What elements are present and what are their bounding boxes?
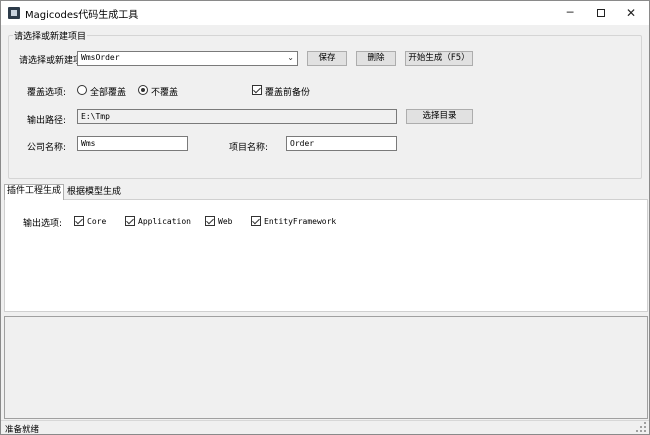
maximize-button[interactable] (585, 1, 617, 25)
option-core-label: Core (87, 217, 107, 226)
option-entityframework-checkbox[interactable] (251, 216, 261, 226)
backup-before-overwrite-checkbox[interactable] (252, 85, 262, 95)
tab-model-generate[interactable]: 根据模型生成 (65, 186, 123, 200)
overwrite-all-label: 全部覆盖 (90, 88, 127, 98)
chevron-down-icon: ⌄ (287, 53, 294, 62)
option-entityframework-label: EntityFramework (264, 217, 337, 226)
overwrite-all-radio[interactable] (77, 85, 87, 95)
company-name-label: 公司名称: (27, 143, 67, 153)
project-name-field[interactable]: Order (286, 136, 397, 151)
company-name-field[interactable]: Wms (77, 136, 188, 151)
minimize-button[interactable]: ─ (554, 1, 586, 25)
option-application-checkbox[interactable] (125, 216, 135, 226)
no-overwrite-label: 不覆盖 (151, 88, 179, 98)
project-name-label: 项目名称: (229, 143, 269, 153)
tab-panel (4, 199, 648, 312)
output-path-label: 输出路径: (27, 116, 67, 126)
no-overwrite-radio[interactable] (138, 85, 148, 95)
status-text: 准备就绪 (5, 425, 40, 435)
choose-directory-button[interactable]: 选择目录 (406, 109, 473, 124)
start-generate-button[interactable]: 开始生成（F5） (405, 51, 473, 66)
project-group-label: 请选择或新建项目 (13, 29, 88, 42)
title-bar[interactable]: Magicodes代码生成工具 ─ ✕ (1, 1, 649, 25)
maximize-icon (597, 9, 605, 17)
option-application-label: Application (138, 217, 191, 226)
backup-before-overwrite-label: 覆盖前备份 (265, 88, 311, 98)
overwrite-options-label: 覆盖选项: (27, 88, 67, 98)
option-web-checkbox[interactable] (205, 216, 215, 226)
tab-plugin-project[interactable]: 插件工程生成 (4, 184, 65, 200)
main-window: Magicodes代码生成工具 ─ ✕ 请选择或新建项目 请选择或新建项目: W… (0, 0, 650, 435)
save-button[interactable]: 保存 (307, 51, 347, 66)
status-bar: 准备就绪 (1, 420, 649, 435)
option-core-checkbox[interactable] (74, 216, 84, 226)
window-title: Magicodes代码生成工具 (25, 10, 139, 21)
option-web-label: Web (218, 217, 233, 226)
resize-grip-icon[interactable] (636, 422, 646, 432)
delete-button[interactable]: 删除 (356, 51, 396, 66)
project-combo[interactable]: WmsOrder ⌄ (77, 51, 298, 66)
output-options-label: 输出选项: (23, 219, 63, 229)
close-button[interactable]: ✕ (615, 1, 647, 25)
log-area[interactable] (4, 316, 648, 419)
output-path-field[interactable]: E:\Tmp (77, 109, 397, 124)
project-combo-value: WmsOrder (81, 53, 120, 62)
app-icon (8, 7, 20, 19)
